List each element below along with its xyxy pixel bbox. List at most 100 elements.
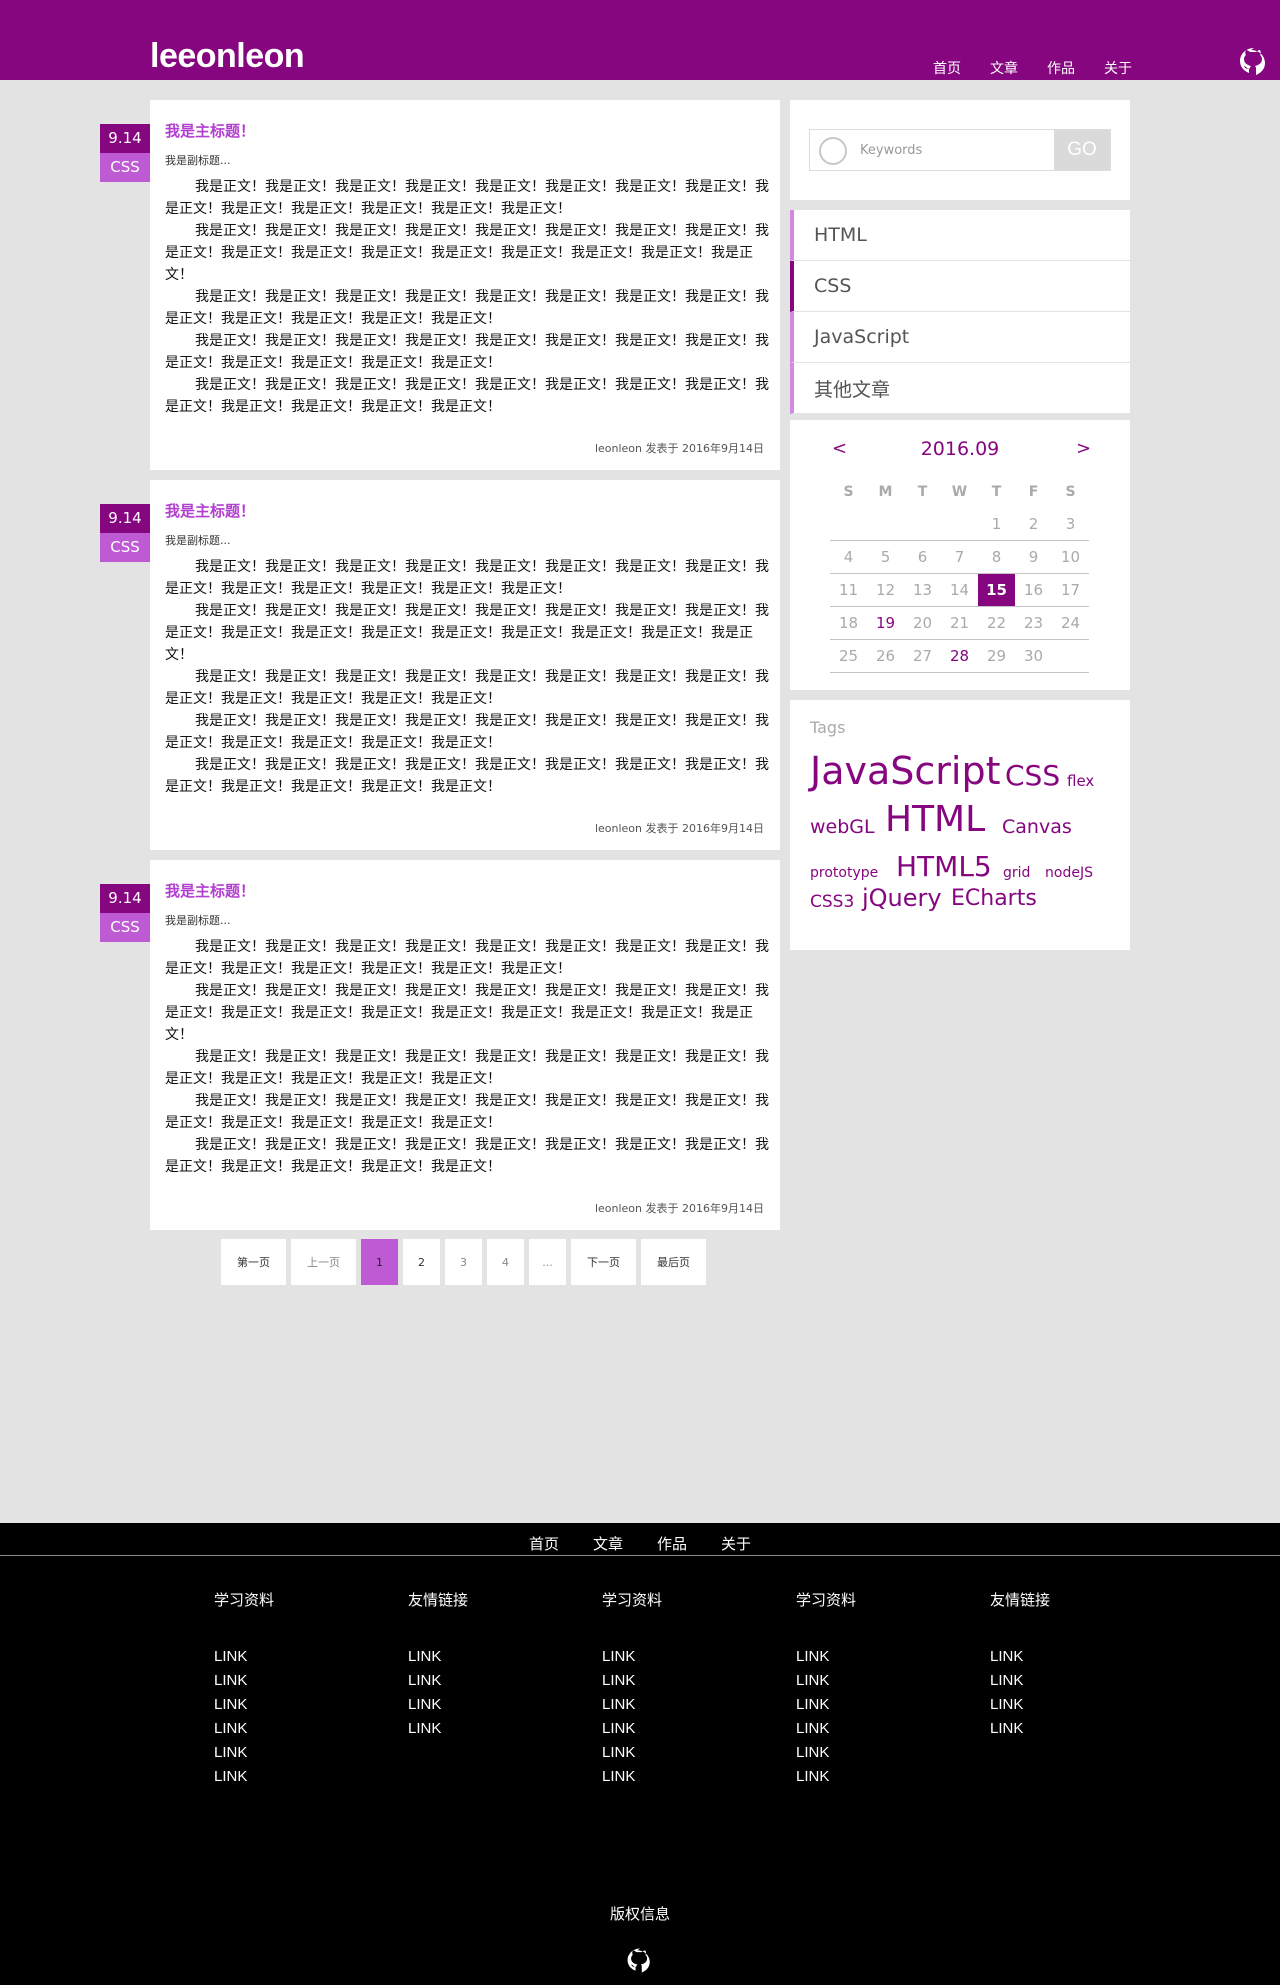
tag-canvas[interactable]: Canvas [1002, 818, 1072, 837]
page-number-button[interactable]: 4 [487, 1239, 524, 1285]
footer-link[interactable]: LINK [796, 1765, 856, 1789]
calendar-day[interactable]: 21 [941, 607, 978, 639]
post-title[interactable]: 我是主标题！ [165, 880, 255, 901]
footer-link[interactable]: LINK [602, 1765, 662, 1789]
footer-link[interactable]: LINK [602, 1693, 662, 1717]
page-number-button[interactable]: 3 [445, 1239, 482, 1285]
tag-nodejs[interactable]: nodeJS [1045, 866, 1093, 880]
tag-html5[interactable]: HTML5 [896, 853, 992, 881]
calendar-next-button[interactable]: > [1076, 438, 1091, 459]
calendar-day[interactable]: 12 [867, 574, 904, 606]
footer-link[interactable]: LINK [214, 1693, 274, 1717]
footer-nav-about[interactable]: 关于 [721, 1533, 751, 1554]
tag-jquery[interactable]: jQuery [862, 886, 942, 910]
tag-css3[interactable]: CSS3 [810, 894, 854, 911]
category-item-other[interactable]: 其他文章 [790, 363, 1130, 414]
calendar-day[interactable]: 19 [867, 607, 904, 639]
calendar-day[interactable]: 3 [1052, 508, 1089, 540]
footer-link[interactable]: LINK [990, 1717, 1050, 1741]
calendar-day[interactable]: 8 [978, 541, 1015, 573]
tag-echarts[interactable]: ECharts [951, 888, 1037, 910]
github-icon[interactable] [1236, 44, 1272, 80]
calendar-day[interactable]: 20 [904, 607, 941, 639]
post-category-badge[interactable]: CSS [100, 153, 150, 182]
footer-nav-articles[interactable]: 文章 [593, 1533, 623, 1554]
footer-link[interactable]: LINK [214, 1765, 274, 1789]
calendar-day[interactable]: 9 [1015, 541, 1052, 573]
footer-link[interactable]: LINK [408, 1645, 468, 1669]
footer-link[interactable]: LINK [990, 1645, 1050, 1669]
footer-link[interactable]: LINK [602, 1669, 662, 1693]
page-number-button[interactable]: 1 [361, 1239, 398, 1285]
nav-home[interactable]: 首页 [933, 58, 961, 78]
tag-flex[interactable]: flex [1067, 774, 1094, 789]
calendar-day[interactable]: 7 [941, 541, 978, 573]
page-last-button[interactable]: 最后页 [641, 1239, 706, 1285]
page-prev-button[interactable]: 上一页 [291, 1239, 356, 1285]
search-input[interactable] [852, 130, 1054, 170]
footer-link[interactable]: LINK [796, 1645, 856, 1669]
page-first-button[interactable]: 第一页 [221, 1239, 286, 1285]
github-icon[interactable] [624, 1943, 656, 1979]
calendar-day[interactable]: 23 [1015, 607, 1052, 639]
tag-webgl[interactable]: webGL [810, 818, 875, 837]
calendar-day[interactable]: 11 [830, 574, 867, 606]
footer-link[interactable]: LINK [214, 1669, 274, 1693]
calendar-day[interactable]: 2 [1015, 508, 1052, 540]
nav-works[interactable]: 作品 [1047, 58, 1075, 78]
footer-nav-home[interactable]: 首页 [529, 1533, 559, 1554]
footer-link[interactable]: LINK [214, 1717, 274, 1741]
calendar-day[interactable]: 24 [1052, 607, 1089, 639]
page-next-button[interactable]: 下一页 [571, 1239, 636, 1285]
calendar-day[interactable]: 1 [978, 508, 1015, 540]
post-title[interactable]: 我是主标题！ [165, 120, 255, 141]
footer-link[interactable]: LINK [796, 1669, 856, 1693]
tag-css[interactable]: CSS [1005, 762, 1060, 790]
calendar-day[interactable]: 27 [904, 640, 941, 672]
footer-link[interactable]: LINK [602, 1645, 662, 1669]
footer-link[interactable]: LINK [990, 1693, 1050, 1717]
calendar-day[interactable]: 4 [830, 541, 867, 573]
page-number-button[interactable]: 2 [403, 1239, 440, 1285]
calendar-day[interactable]: 17 [1052, 574, 1089, 606]
footer-link[interactable]: LINK [408, 1717, 468, 1741]
calendar-day[interactable]: 10 [1052, 541, 1089, 573]
tag-javascript[interactable]: JavaScript [810, 752, 1000, 790]
category-item-html[interactable]: HTML [790, 210, 1130, 261]
calendar-day[interactable]: 14 [941, 574, 978, 606]
tag-html[interactable]: HTML [885, 802, 985, 838]
post-category-badge[interactable]: CSS [100, 913, 150, 942]
footer-link[interactable]: LINK [796, 1693, 856, 1717]
category-item-javascript[interactable]: JavaScript [790, 312, 1130, 363]
category-item-css[interactable]: CSS [790, 261, 1130, 312]
calendar-day[interactable]: 30 [1015, 640, 1052, 672]
calendar-day[interactable]: 29 [978, 640, 1015, 672]
nav-articles[interactable]: 文章 [990, 58, 1018, 78]
calendar-day[interactable]: 22 [978, 607, 1015, 639]
calendar-prev-button[interactable]: < [832, 438, 847, 459]
calendar-day[interactable]: 18 [830, 607, 867, 639]
search-go-button[interactable]: GO [1054, 130, 1110, 170]
footer-link[interactable]: LINK [602, 1741, 662, 1765]
footer-link[interactable]: LINK [990, 1669, 1050, 1693]
post-category-badge[interactable]: CSS [100, 533, 150, 562]
calendar-day[interactable]: 6 [904, 541, 941, 573]
calendar-day[interactable]: 28 [941, 640, 978, 672]
calendar-day[interactable]: 5 [867, 541, 904, 573]
calendar-day[interactable]: 25 [830, 640, 867, 672]
footer-link[interactable]: LINK [796, 1717, 856, 1741]
footer-link[interactable]: LINK [214, 1645, 274, 1669]
site-logo[interactable]: leeonleon [150, 37, 305, 76]
footer-link[interactable]: LINK [408, 1669, 468, 1693]
tag-prototype[interactable]: prototype [810, 866, 878, 880]
calendar-day[interactable]: 13 [904, 574, 941, 606]
tag-grid[interactable]: grid [1003, 866, 1030, 880]
footer-link[interactable]: LINK [796, 1741, 856, 1765]
post-title[interactable]: 我是主标题！ [165, 500, 255, 521]
footer-link[interactable]: LINK [408, 1693, 468, 1717]
footer-nav-works[interactable]: 作品 [657, 1533, 687, 1554]
calendar-day[interactable]: 15 [978, 574, 1015, 606]
footer-link[interactable]: LINK [214, 1741, 274, 1765]
nav-about[interactable]: 关于 [1104, 58, 1132, 78]
footer-link[interactable]: LINK [602, 1717, 662, 1741]
